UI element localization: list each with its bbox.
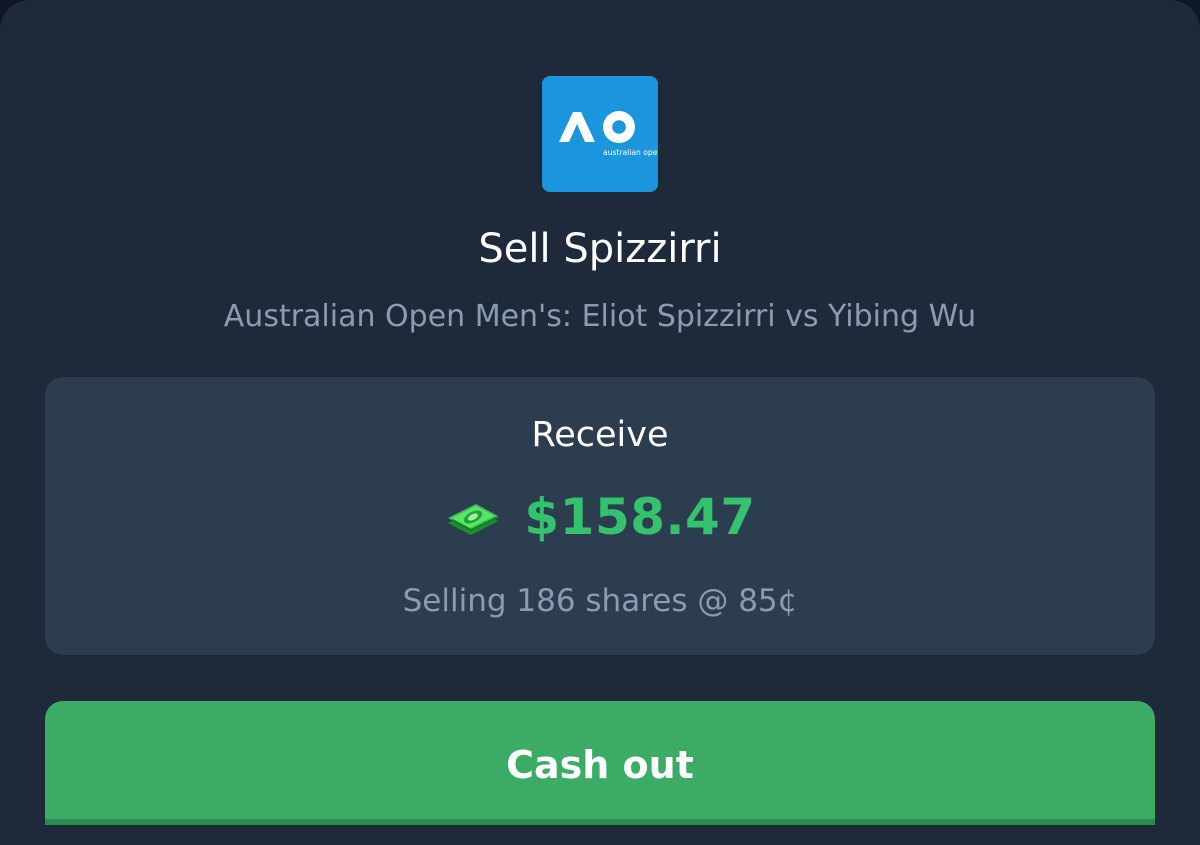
receive-card: Receive $158.47 Selling 186 shares @ 85¢ xyxy=(45,377,1155,655)
receive-amount-row: $158.47 xyxy=(45,485,1155,549)
receive-label: Receive xyxy=(531,415,669,455)
cash-out-sheet: australian open Sell Spizzirri Australia… xyxy=(0,0,1200,845)
receive-amount: $158.47 xyxy=(524,488,756,546)
logo-subtext: australian open xyxy=(603,148,658,157)
shares-detail: Selling 186 shares @ 85¢ xyxy=(402,583,798,619)
page-title: Sell Spizzirri xyxy=(478,226,722,272)
cash-out-button-label: Cash out xyxy=(506,743,694,787)
australian-open-logo: australian open xyxy=(542,76,658,192)
match-subtitle: Australian Open Men's: Eliot Spizzirri v… xyxy=(223,299,977,334)
ao-logo-icon: australian open xyxy=(559,111,658,157)
cash-out-button[interactable]: Cash out xyxy=(45,701,1155,825)
money-icon xyxy=(448,504,499,535)
